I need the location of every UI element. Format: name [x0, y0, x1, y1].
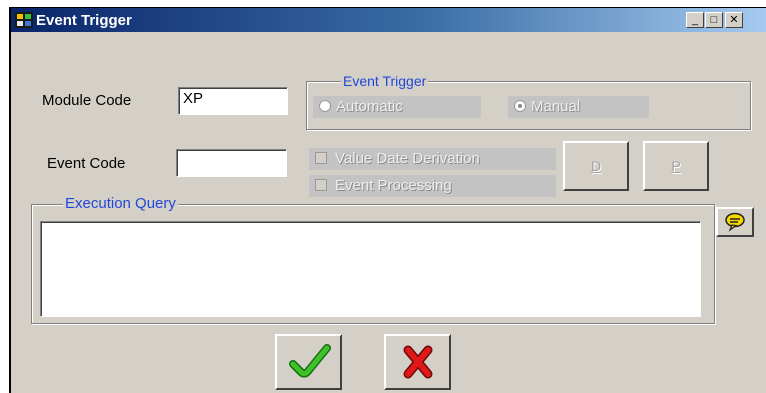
d-button-label: D: [590, 158, 602, 174]
module-code-field[interactable]: XP: [178, 87, 288, 115]
radio-automatic-indicator[interactable]: [319, 100, 331, 112]
close-button[interactable]: ✕: [725, 12, 743, 28]
radio-automatic[interactable]: Automatic: [313, 96, 481, 118]
speech-bubble-icon: [725, 212, 745, 232]
ok-button[interactable]: [275, 334, 342, 390]
value-date-derivation-label: Value Date Derivation: [335, 150, 480, 167]
p-button-label: P: [671, 158, 681, 174]
window-title: Event Trigger: [36, 12, 132, 29]
event-code-label: Event Code: [47, 155, 126, 172]
event-processing-checkbox[interactable]: Event Processing: [309, 175, 556, 197]
module-code-label: Module Code: [42, 92, 132, 109]
event-trigger-group-title: Event Trigger: [341, 73, 429, 89]
event-trigger-app-icon: [15, 12, 33, 28]
event-code-field[interactable]: [176, 149, 287, 177]
red-x-icon: [403, 345, 432, 379]
event-processing-label: Event Processing: [335, 177, 452, 194]
green-checkmark-icon: [288, 344, 331, 378]
radio-manual[interactable]: Manual: [508, 96, 649, 118]
title-bar[interactable]: Event Trigger _ □ ✕: [11, 8, 766, 32]
event-trigger-window: Event Trigger _ □ ✕ Module Code XP Event…: [9, 7, 766, 393]
radio-manual-label: Manual: [531, 98, 581, 115]
p-button[interactable]: P: [643, 141, 709, 191]
value-date-derivation-box[interactable]: [315, 152, 327, 164]
minimize-button[interactable]: _: [686, 12, 704, 28]
d-button[interactable]: D: [563, 141, 629, 191]
event-processing-box[interactable]: [315, 179, 327, 191]
comment-button[interactable]: [716, 207, 754, 237]
radio-automatic-label: Automatic: [336, 98, 403, 115]
execution-query-textarea[interactable]: [40, 221, 701, 317]
execution-query-title: Execution Query: [63, 195, 178, 212]
cancel-button[interactable]: [384, 334, 451, 390]
radio-manual-indicator[interactable]: [514, 100, 526, 112]
maximize-button[interactable]: □: [705, 12, 723, 28]
value-date-derivation-checkbox[interactable]: Value Date Derivation: [309, 148, 556, 170]
